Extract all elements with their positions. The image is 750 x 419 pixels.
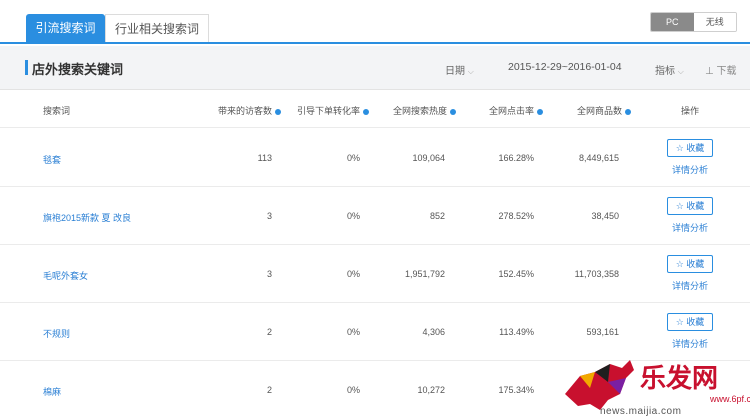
col-conversion[interactable]: 引导下单转化率 bbox=[297, 104, 370, 117]
col-search-heat[interactable]: 全网搜索热度 bbox=[393, 104, 457, 117]
date-label: 日期 bbox=[445, 66, 465, 77]
products-value: 11,703,358 bbox=[574, 269, 619, 279]
heat-value: 852 bbox=[429, 211, 445, 221]
col-keyword: 搜索词 bbox=[43, 106, 71, 116]
favorite-button[interactable]: ☆ 收藏 bbox=[667, 139, 713, 157]
table-header: 搜索词 带来的访客数 引导下单转化率 全网搜索热度 全网点击率 全网商品数 操作 bbox=[0, 90, 750, 128]
detail-analysis-link[interactable]: 详情分析 bbox=[672, 337, 708, 350]
col-visitors-label: 带来的访客数 bbox=[218, 106, 273, 116]
products-value: 8,449,615 bbox=[578, 153, 619, 163]
visitors-value: 113 bbox=[257, 153, 272, 163]
conversion-value: 0% bbox=[346, 327, 360, 337]
col-products[interactable]: 全网商品数 bbox=[577, 104, 632, 117]
heat-value: 4,306 bbox=[422, 327, 445, 337]
table-row: 毯套 113 0% 109,064 166.28% 8,449,615 ☆ 收藏… bbox=[0, 129, 750, 187]
download-button[interactable]: ⊥ 下载 bbox=[705, 62, 737, 77]
device-toggle: PC 无线 bbox=[650, 12, 737, 32]
detail-analysis-link[interactable]: 详情分析 bbox=[672, 221, 708, 234]
watermark-logo: 乐发网 www.6pf.cn news.maijia.com bbox=[560, 350, 750, 419]
col-products-label: 全网商品数 bbox=[577, 106, 623, 116]
watermark-url-maijia: news.maijia.com bbox=[600, 406, 682, 417]
ctr-value: 175.34% bbox=[498, 385, 534, 395]
metric-label: 指标 bbox=[655, 66, 675, 77]
favorite-button[interactable]: ☆ 收藏 bbox=[667, 255, 713, 273]
visitors-value: 3 bbox=[266, 269, 272, 279]
conversion-value: 0% bbox=[346, 153, 360, 163]
detail-analysis-link[interactable]: 详情分析 bbox=[672, 163, 708, 176]
date-range[interactable]: 2015-12-29~2016-01-04 bbox=[508, 61, 622, 73]
chevron-down-icon: ⌵ bbox=[677, 67, 684, 76]
keyword-link[interactable]: 不规则 bbox=[43, 327, 70, 340]
download-label: 下载 bbox=[716, 66, 737, 77]
top-tab-bar: 引流搜索词 行业相关搜索词 PC 无线 bbox=[0, 0, 750, 44]
detail-analysis-link[interactable]: 详情分析 bbox=[672, 279, 708, 292]
keyword-link[interactable]: 棉麻 bbox=[43, 385, 61, 398]
sort-icon bbox=[363, 108, 370, 115]
products-value: 593,161 bbox=[586, 327, 619, 337]
keyword-link[interactable]: 毯套 bbox=[43, 153, 61, 166]
sort-icon bbox=[625, 108, 632, 115]
ctr-value: 166.28% bbox=[498, 153, 534, 163]
ctr-value: 152.45% bbox=[498, 269, 534, 279]
heat-value: 1,951,792 bbox=[404, 269, 445, 279]
section-accent-bar bbox=[25, 60, 28, 75]
col-conversion-label: 引导下单转化率 bbox=[297, 106, 361, 116]
col-search-heat-label: 全网搜索热度 bbox=[393, 106, 448, 116]
visitors-value: 2 bbox=[266, 327, 272, 337]
col-actions: 操作 bbox=[681, 106, 700, 116]
pc-toggle-button[interactable]: PC bbox=[651, 13, 694, 31]
tab-traffic-keywords[interactable]: 引流搜索词 bbox=[26, 14, 105, 42]
products-value: 38,450 bbox=[591, 211, 619, 221]
metric-dropdown[interactable]: 指标 ⌵ bbox=[655, 62, 684, 77]
ctr-value: 113.49% bbox=[499, 327, 534, 337]
visitors-value: 3 bbox=[266, 211, 272, 221]
section-header: 店外搜索关键词 日期 ⌵ 2015-12-29~2016-01-04 指标 ⌵ … bbox=[0, 46, 750, 90]
conversion-value: 0% bbox=[346, 211, 360, 221]
watermark-title: 乐发网 bbox=[640, 364, 719, 394]
ctr-value: 278.52% bbox=[498, 211, 534, 221]
tab-industry-keywords[interactable]: 行业相关搜索词 bbox=[105, 14, 209, 42]
download-icon: ⊥ bbox=[705, 66, 714, 77]
keyword-link[interactable]: 旗袍2015新款 夏 改良 bbox=[43, 211, 131, 224]
bull-logo-icon bbox=[565, 360, 634, 410]
watermark-url-6pf: www.6pf.cn bbox=[710, 394, 750, 404]
conversion-value: 0% bbox=[346, 269, 360, 279]
heat-value: 10,272 bbox=[417, 385, 445, 395]
col-ctr-label: 全网点击率 bbox=[489, 106, 535, 116]
visitors-value: 2 bbox=[266, 385, 272, 395]
table-row: 毛呢外套女 3 0% 1,951,792 152.45% 11,703,358 … bbox=[0, 245, 750, 303]
sort-icon bbox=[275, 108, 282, 115]
section-title: 店外搜索关键词 bbox=[32, 62, 124, 77]
chevron-down-icon: ⌵ bbox=[467, 67, 474, 76]
col-ctr[interactable]: 全网点击率 bbox=[489, 104, 544, 117]
favorite-button[interactable]: ☆ 收藏 bbox=[667, 313, 713, 331]
conversion-value: 0% bbox=[346, 385, 360, 395]
col-visitors[interactable]: 带来的访客数 bbox=[218, 104, 282, 117]
heat-value: 109,064 bbox=[412, 153, 445, 163]
favorite-button[interactable]: ☆ 收藏 bbox=[667, 197, 713, 215]
keyword-link[interactable]: 毛呢外套女 bbox=[43, 269, 88, 282]
sort-icon bbox=[450, 108, 457, 115]
table-row: 旗袍2015新款 夏 改良 3 0% 852 278.52% 38,450 ☆ … bbox=[0, 187, 750, 245]
sort-icon bbox=[537, 108, 544, 115]
date-dropdown[interactable]: 日期 ⌵ bbox=[445, 62, 474, 77]
wireless-toggle-button[interactable]: 无线 bbox=[693, 13, 736, 31]
